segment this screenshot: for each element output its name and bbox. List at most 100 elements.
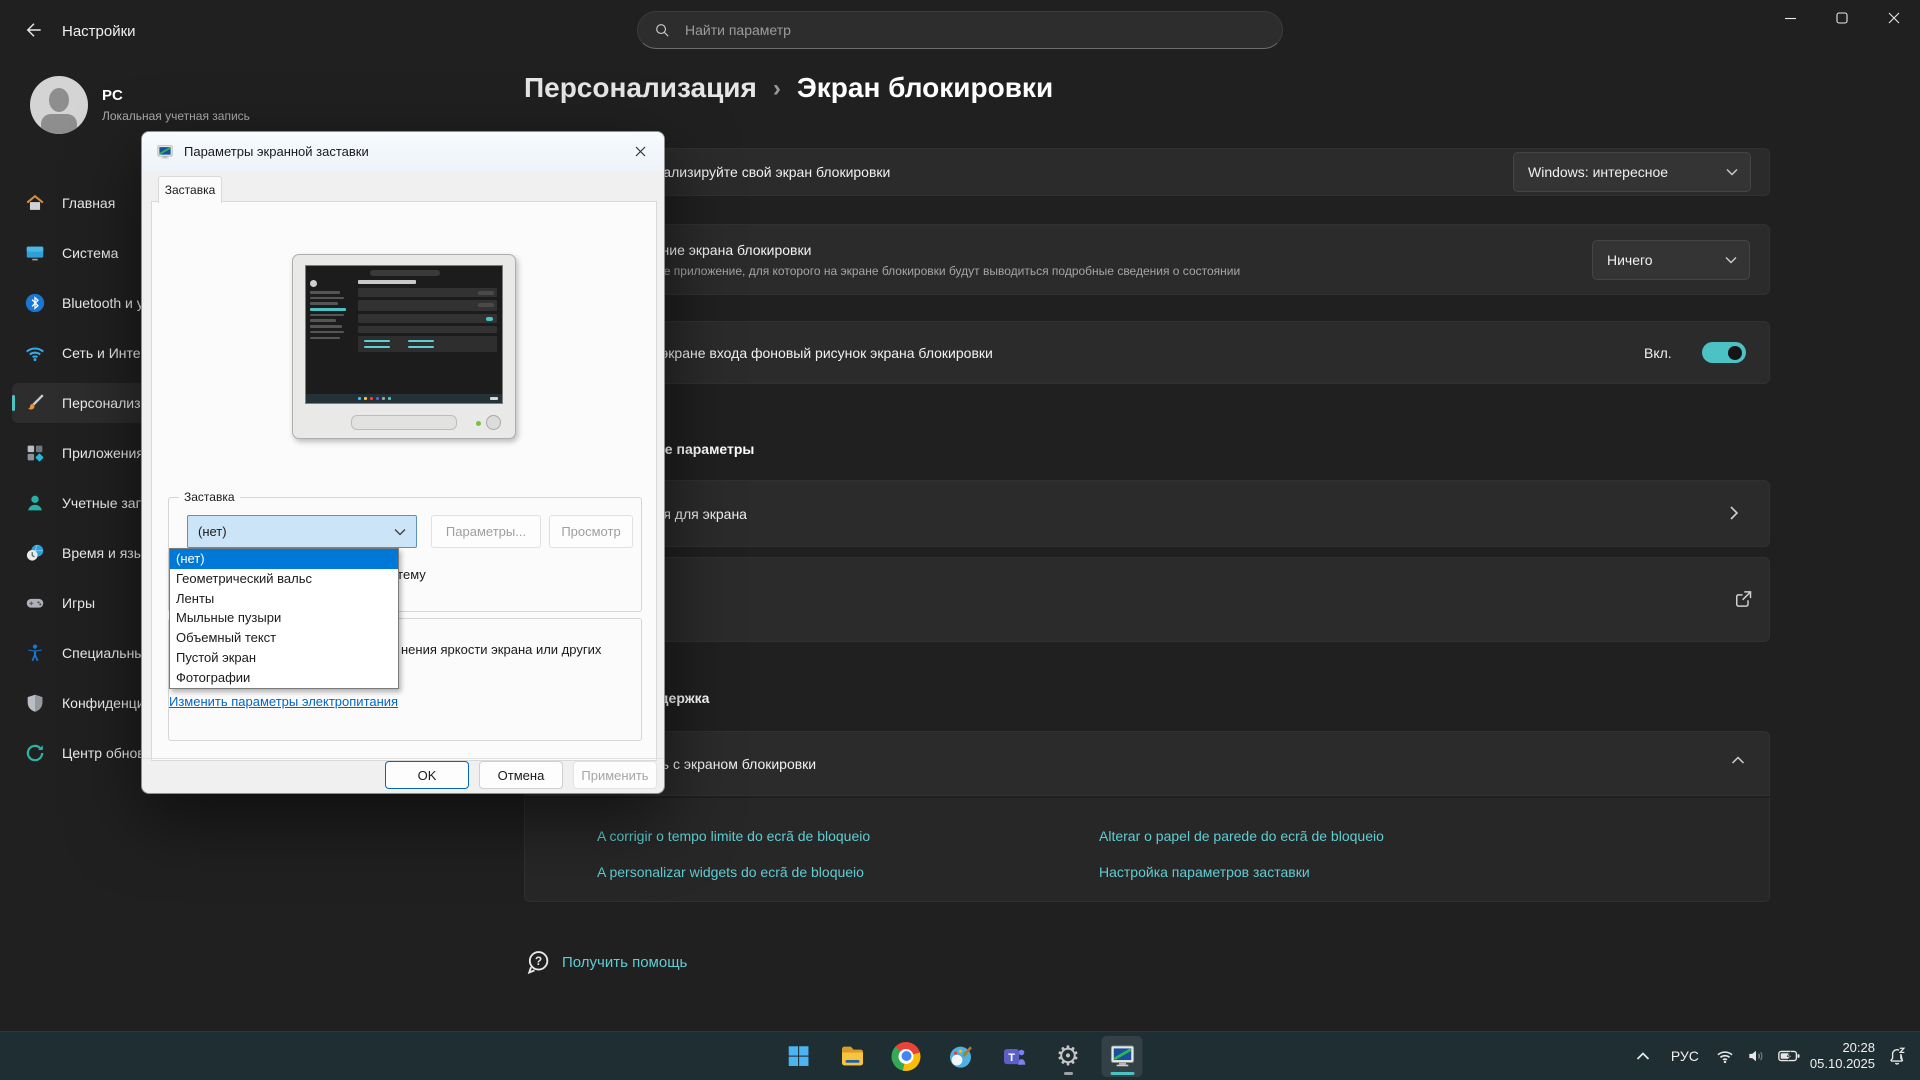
settings-app-button[interactable]: ⚙ xyxy=(1048,1036,1089,1077)
search-input[interactable] xyxy=(683,21,1227,39)
volume-tray-button[interactable] xyxy=(1744,1037,1768,1075)
tab-screensaver[interactable]: Заставка xyxy=(158,176,222,203)
chevron-down-icon xyxy=(394,528,406,536)
teams-button[interactable]: T xyxy=(994,1036,1035,1077)
list-option[interactable]: Ленты xyxy=(170,589,398,609)
ok-button[interactable]: OK xyxy=(385,761,469,789)
power-text-fragment: нения яркости экрана или других xyxy=(401,642,601,657)
help-expander-row[interactable]: Помощь с экраном блокировки xyxy=(524,731,1770,796)
show-background-toggle[interactable] xyxy=(1702,342,1746,363)
network-tray-button[interactable] xyxy=(1713,1037,1737,1075)
get-help-icon: ? xyxy=(524,948,552,976)
screensaver-row[interactable] xyxy=(524,557,1770,642)
back-button[interactable] xyxy=(16,14,52,46)
chrome-icon xyxy=(892,1042,921,1071)
sidebar-item-label: Главная xyxy=(62,195,115,211)
breadcrumb: Персонализация › Экран блокировки xyxy=(524,72,1053,104)
chevron-up-icon xyxy=(1636,1051,1650,1061)
paint-button[interactable] xyxy=(940,1036,981,1077)
external-link-icon xyxy=(1733,589,1753,609)
list-option[interactable]: Объемный текст xyxy=(170,628,398,648)
dropdown-value: Ничего xyxy=(1607,252,1653,268)
gear-icon: ⚙ xyxy=(1056,1043,1080,1070)
folder-icon xyxy=(838,1042,866,1070)
status-sublabel: Выберите приложение, для которого на экр… xyxy=(615,264,1240,278)
help-link-2[interactable]: Alterar o papel de parede do ecrã de blo… xyxy=(1099,828,1384,844)
dialog-titlebar[interactable]: Параметры экранной заставки xyxy=(142,132,664,171)
status-app-dropdown[interactable]: Ничего xyxy=(1592,240,1750,280)
paint-icon xyxy=(946,1042,974,1070)
notifications-button[interactable] xyxy=(1882,1037,1912,1075)
list-option[interactable]: Геометрический вальс xyxy=(170,569,398,589)
list-option[interactable]: (нет) xyxy=(170,549,398,569)
dialog-button-strip: OK Отмена Применить xyxy=(142,758,664,793)
help-link-4[interactable]: Настройка параметров заставки xyxy=(1099,864,1310,880)
minimize-button[interactable] xyxy=(1764,0,1816,36)
screensaver-dialog-taskbar-button[interactable] xyxy=(1102,1036,1143,1077)
list-option[interactable]: Фотографии xyxy=(170,668,398,688)
active-window-indicator xyxy=(1110,1072,1134,1075)
home-icon xyxy=(24,192,46,214)
system-tray: РУС 20:28 05.10.2025 xyxy=(1629,1032,1912,1080)
search-icon xyxy=(654,22,671,39)
language-indicator[interactable]: РУС xyxy=(1664,1037,1706,1075)
maximize-button[interactable] xyxy=(1816,0,1868,36)
groupbox-label: Заставка xyxy=(179,490,240,504)
breadcrumb-separator: › xyxy=(773,75,781,103)
cancel-button[interactable]: Отмена xyxy=(479,761,563,789)
battery-charging-icon xyxy=(1777,1046,1801,1066)
tray-date: 05.10.2025 xyxy=(1810,1056,1875,1072)
tray-clock[interactable]: 20:28 05.10.2025 xyxy=(1810,1040,1875,1072)
back-arrow-icon xyxy=(24,20,44,40)
sidebar-item-label: Игры xyxy=(62,595,95,611)
battery-tray-button[interactable] xyxy=(1775,1037,1803,1075)
running-indicator xyxy=(1064,1072,1073,1075)
update-icon xyxy=(24,742,46,764)
power-settings-link[interactable]: Изменить параметры электропитания xyxy=(169,694,398,709)
apps-icon xyxy=(24,442,46,464)
dropdown-value: Windows: интересное xyxy=(1528,164,1668,180)
dialog-title: Параметры экранной заставки xyxy=(184,144,369,159)
accessibility-icon xyxy=(24,642,46,664)
bell-dnd-icon xyxy=(1886,1045,1908,1067)
lockscreen-mode-dropdown[interactable]: Windows: интересное xyxy=(1513,152,1751,192)
tray-overflow-button[interactable] xyxy=(1629,1037,1657,1075)
get-help-row[interactable]: ? Получить помощь xyxy=(524,948,687,976)
help-links-panel: A corrigir o tempo limite do ecrã de blo… xyxy=(524,797,1770,902)
svg-text:?: ? xyxy=(535,955,542,968)
monitor-power-led xyxy=(476,421,481,426)
breadcrumb-personalization[interactable]: Персонализация xyxy=(524,72,757,104)
list-option[interactable]: Пустой экран xyxy=(170,648,398,668)
close-button[interactable] xyxy=(1868,0,1920,36)
show-background-row: Показывать на экране входа фоновый рисун… xyxy=(524,321,1770,384)
monitor-preview xyxy=(292,254,516,439)
screensaver-settings-button[interactable]: Параметры... xyxy=(431,515,541,548)
start-button[interactable] xyxy=(778,1036,819,1077)
chevron-up-icon xyxy=(1731,755,1745,765)
get-help-label: Получить помощь xyxy=(562,954,687,971)
screensaver-combobox[interactable]: (нет) xyxy=(187,515,417,548)
help-link-3[interactable]: A personalizar widgets do ecrã de bloque… xyxy=(597,864,864,880)
toggle-state-label: Вкл. xyxy=(1644,345,1672,361)
screen-timeout-row[interactable]: Время ожидания для экрана xyxy=(524,480,1770,547)
file-explorer-button[interactable] xyxy=(832,1036,873,1077)
svg-text:T: T xyxy=(1008,1052,1015,1064)
list-option[interactable]: Мыльные пузыри xyxy=(170,608,398,628)
close-icon xyxy=(635,146,646,157)
help-link-1[interactable]: A corrigir o tempo limite do ecrã de blo… xyxy=(597,828,870,844)
chevron-right-icon xyxy=(1729,505,1739,521)
chrome-button[interactable] xyxy=(886,1036,927,1077)
teams-icon: T xyxy=(1000,1042,1028,1070)
apply-button[interactable]: Применить xyxy=(573,761,657,789)
toggle-knob xyxy=(1728,346,1742,360)
search-box[interactable] xyxy=(637,11,1283,49)
monitor-screen xyxy=(305,265,503,404)
lockscreen-status-row: Состояние экрана блокировки Выберите при… xyxy=(524,224,1770,295)
screensaver-dialog: Параметры экранной заставки Заставка xyxy=(141,131,665,794)
screensaver-preview-button[interactable]: Просмотр xyxy=(549,515,633,548)
clock-globe-icon xyxy=(24,542,46,564)
combobox-value: (нет) xyxy=(198,524,227,539)
monitor-power-button xyxy=(486,415,501,430)
dialog-close-button[interactable] xyxy=(624,138,656,164)
account-card[interactable]: PC Локальная учетная запись xyxy=(30,76,250,134)
